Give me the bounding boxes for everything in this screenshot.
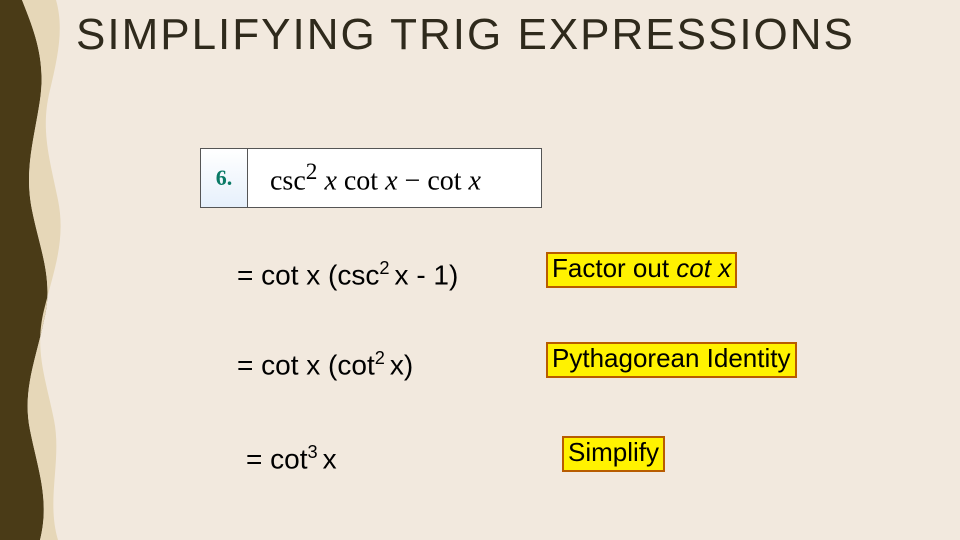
step-3-expression: = cot3 x (246, 442, 337, 475)
left-decor-svg (0, 0, 76, 540)
page-title: SIMPLIFYING TRIG EXPRESSIONS (76, 10, 855, 60)
step-2-label: Pythagorean Identity (546, 342, 797, 378)
step-1-label: Factor out cot x (546, 252, 737, 288)
step-1-expression: = cot x (csc2 x - 1) (237, 258, 458, 291)
problem-number: 6. (201, 149, 248, 207)
problem-box: 6. csc2 x cot x − cot x (200, 148, 542, 208)
problem-expression: csc2 x cot x − cot x (248, 159, 541, 197)
step-3-label: Simplify (562, 436, 665, 472)
step-2-expression: = cot x (cot2 x) (237, 348, 413, 381)
